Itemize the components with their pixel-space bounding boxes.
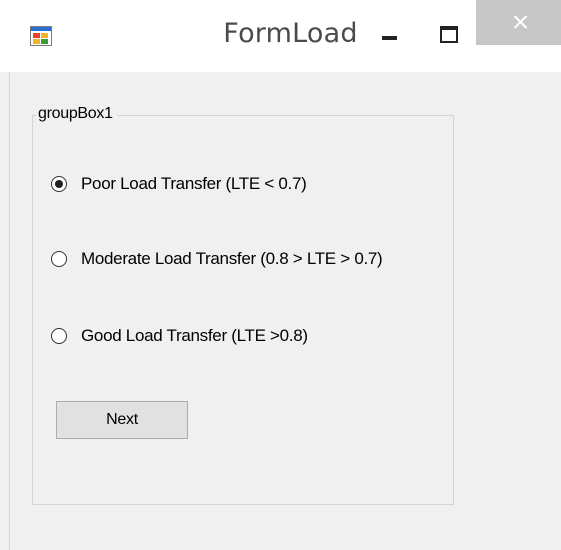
group-box: groupBox1 Poor Load Transfer (LTE < 0.7)… <box>32 105 454 505</box>
title-bar[interactable]: FormLoad <box>0 0 561 72</box>
radio-button-unchecked[interactable] <box>51 328 67 344</box>
radio-moderate-load-transfer[interactable]: Moderate Load Transfer (0.8 > LTE > 0.7) <box>51 248 383 270</box>
form-window: FormLoad groupBox1 Poor Load Transfer (L… <box>0 0 561 550</box>
radio-label-moderate[interactable]: Moderate Load Transfer (0.8 > LTE > 0.7) <box>81 249 383 269</box>
minimize-icon[interactable] <box>372 14 408 54</box>
radio-button-unchecked[interactable] <box>51 251 67 267</box>
close-icon[interactable] <box>476 0 561 45</box>
maximize-icon[interactable] <box>430 14 466 54</box>
radio-label-poor[interactable]: Poor Load Transfer (LTE < 0.7) <box>81 174 307 194</box>
window-title: FormLoad <box>223 18 358 49</box>
form-client-area: groupBox1 Poor Load Transfer (LTE < 0.7)… <box>9 72 561 550</box>
radio-poor-load-transfer[interactable]: Poor Load Transfer (LTE < 0.7) <box>51 173 307 195</box>
radio-good-load-transfer[interactable]: Good Load Transfer (LTE >0.8) <box>51 325 308 347</box>
radio-label-good[interactable]: Good Load Transfer (LTE >0.8) <box>81 326 308 346</box>
next-button[interactable]: Next <box>56 401 188 439</box>
group-box-label: groupBox1 <box>36 105 117 123</box>
radio-button-checked[interactable] <box>51 176 67 192</box>
